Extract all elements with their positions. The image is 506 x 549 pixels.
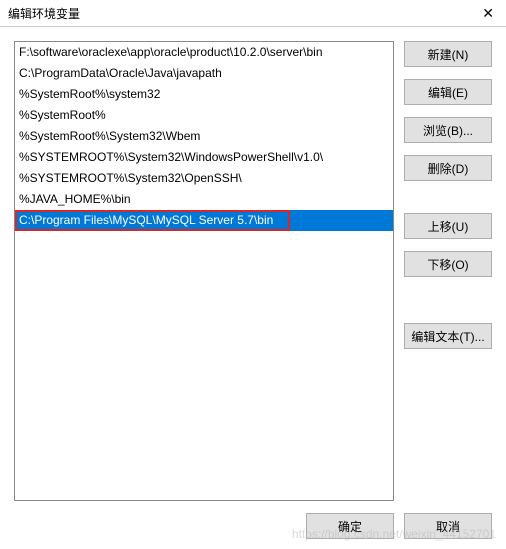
browse-button[interactable]: 浏览(B)...	[404, 117, 492, 143]
list-item[interactable]: C:\ProgramData\Oracle\Java\javapath	[15, 63, 393, 84]
list-item[interactable]: %SystemRoot%\System32\Wbem	[15, 126, 393, 147]
button-column: 新建(N) 编辑(E) 浏览(B)... 删除(D) 上移(U) 下移(O) 编…	[404, 41, 492, 501]
edit-text-button[interactable]: 编辑文本(T)...	[404, 323, 492, 349]
new-button[interactable]: 新建(N)	[404, 41, 492, 67]
spacer	[404, 289, 492, 323]
edit-button[interactable]: 编辑(E)	[404, 79, 492, 105]
move-up-button[interactable]: 上移(U)	[404, 213, 492, 239]
spacer	[404, 193, 492, 213]
title-bar: 编辑环境变量 ✕	[0, 0, 506, 27]
ok-button[interactable]: 确定	[306, 513, 394, 539]
list-item-selected[interactable]: C:\Program Files\MySQL\MySQL Server 5.7\…	[15, 210, 393, 231]
content-area: F:\software\oraclexe\app\oracle\product\…	[0, 27, 506, 509]
list-item[interactable]: %JAVA_HOME%\bin	[15, 189, 393, 210]
close-icon[interactable]: ✕	[478, 5, 498, 22]
list-item[interactable]: %SYSTEMROOT%\System32\OpenSSH\	[15, 168, 393, 189]
move-down-button[interactable]: 下移(O)	[404, 251, 492, 277]
bottom-bar: 确定 取消	[0, 509, 506, 549]
list-item[interactable]: F:\software\oraclexe\app\oracle\product\…	[15, 42, 393, 63]
cancel-button[interactable]: 取消	[404, 513, 492, 539]
path-list[interactable]: F:\software\oraclexe\app\oracle\product\…	[14, 41, 394, 501]
list-item-text: C:\Program Files\MySQL\MySQL Server 5.7\…	[19, 213, 273, 227]
list-item[interactable]: %SystemRoot%	[15, 105, 393, 126]
delete-button[interactable]: 删除(D)	[404, 155, 492, 181]
edit-env-var-dialog: 编辑环境变量 ✕ F:\software\oraclexe\app\oracle…	[0, 0, 506, 549]
dialog-title: 编辑环境变量	[8, 5, 80, 22]
list-item[interactable]: %SystemRoot%\system32	[15, 84, 393, 105]
list-item[interactable]: %SYSTEMROOT%\System32\WindowsPowerShell\…	[15, 147, 393, 168]
